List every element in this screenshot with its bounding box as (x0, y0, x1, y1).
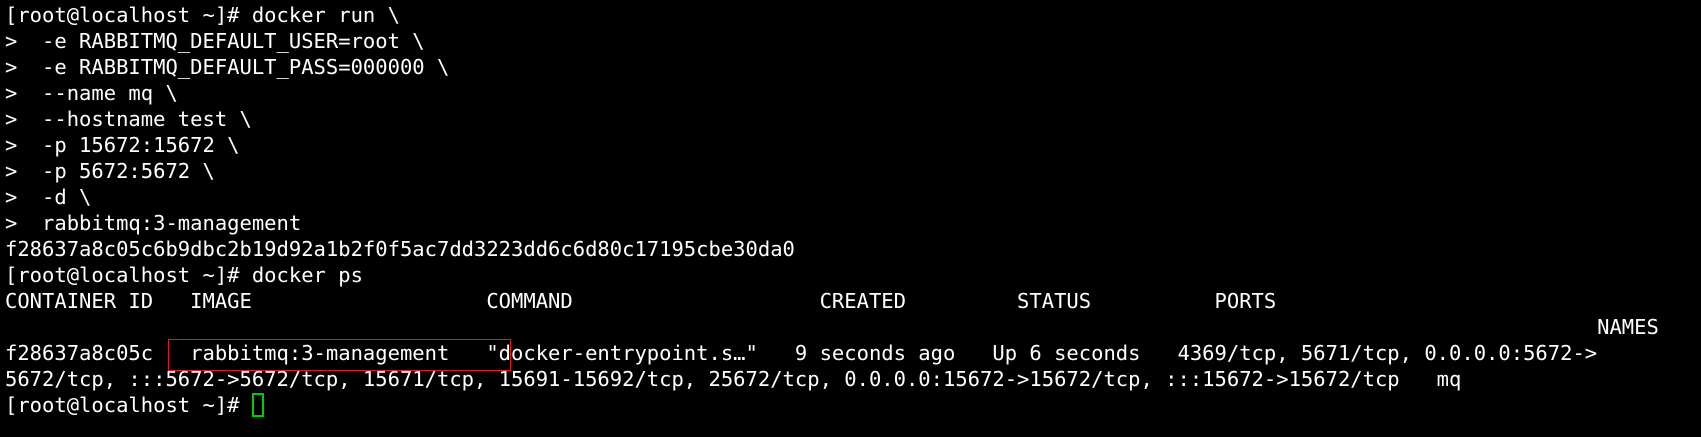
terminal-window[interactable]: [root@localhost ~]# docker run \ > -e RA… (0, 0, 1701, 437)
terminal-line: > rabbitmq:3-management (5, 211, 302, 235)
docker-ps-row-continuation: 5672/tcp, :::5672->5672/tcp, 15671/tcp, … (5, 367, 1462, 391)
docker-ps-row: f28637a8c05c rabbitmq:3-management "dock… (5, 341, 1598, 365)
terminal-line: [root@localhost ~]# docker run \ (5, 3, 400, 27)
terminal-line: > -p 15672:15672 \ (5, 133, 240, 157)
terminal-line: [root@localhost ~]# docker ps (5, 263, 363, 287)
terminal-line: > --hostname test \ (5, 107, 252, 131)
terminal-line: > -e RABBITMQ_DEFAULT_USER=root \ (5, 29, 425, 53)
shell-prompt: [root@localhost ~]# (5, 393, 252, 417)
text-cursor (251, 392, 264, 417)
prompt-line[interactable]: [root@localhost ~]# (5, 392, 1701, 418)
container-id-output: f28637a8c05c6b9dbc2b19d92a1b2f0f5ac7dd32… (5, 237, 795, 261)
docker-ps-header: CONTAINER ID IMAGE COMMAND CREATED STATU… (5, 289, 1277, 313)
terminal-line: > -d \ (5, 185, 92, 209)
terminal-line: > --name mq \ (5, 81, 178, 105)
docker-ps-header-names: NAMES (5, 315, 1659, 339)
terminal-line: > -p 5672:5672 \ (5, 159, 215, 183)
terminal-line: > -e RABBITMQ_DEFAULT_PASS=000000 \ (5, 55, 450, 79)
